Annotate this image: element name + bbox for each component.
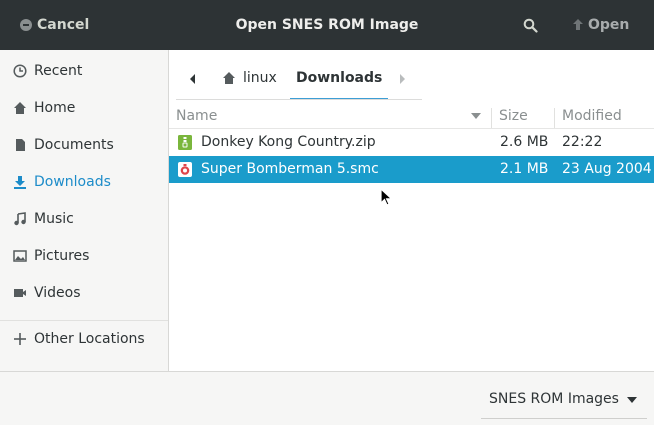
music-note-icon [13, 211, 27, 226]
mouse-pointer-icon [380, 188, 394, 206]
path-back-button[interactable] [182, 58, 204, 100]
sidebar-item-label: Home [34, 99, 76, 116]
sidebar-item-music[interactable]: Music [0, 200, 168, 237]
path-segment-home[interactable]: linux [222, 58, 277, 98]
home-icon [13, 101, 27, 115]
chevron-down-icon [627, 397, 637, 403]
file-type-filter-dropdown[interactable]: SNES ROM Images [481, 380, 647, 419]
file-name: Donkey Kong Country.zip [201, 134, 376, 150]
path-forward-button[interactable] [391, 58, 413, 100]
open-button[interactable]: Open [572, 0, 629, 50]
sidebar-item-label: Music [34, 210, 74, 227]
upload-icon [573, 19, 583, 30]
column-divider [554, 108, 555, 128]
sidebar-item-label: Downloads [34, 173, 111, 190]
file-size: 2.6 MB [500, 134, 549, 150]
chevron-left-icon [190, 74, 195, 84]
path-segment-label: linux [243, 70, 277, 86]
sidebar-item-label: Pictures [34, 247, 90, 264]
sidebar-item-documents[interactable]: Documents [0, 126, 168, 163]
sidebar-item-recent[interactable]: Recent [0, 52, 168, 89]
file-modified: 23 Aug 2004 [562, 161, 652, 177]
download-icon [13, 175, 27, 189]
zip-archive-icon [178, 135, 192, 150]
home-icon [223, 72, 235, 84]
search-button[interactable] [519, 0, 541, 50]
column-header-modified[interactable]: Modified [562, 104, 622, 128]
sidebar-item-videos[interactable]: Videos [0, 274, 168, 311]
dialog-title: Open SNES ROM Image [235, 17, 419, 33]
cancel-button[interactable]: Cancel [20, 0, 89, 50]
sidebar-item-downloads[interactable]: Downloads [0, 163, 168, 200]
path-segment-downloads[interactable]: Downloads [290, 58, 389, 100]
cancel-label: Cancel [37, 17, 90, 33]
file-row-selected[interactable]: Super Bomberman 5.smc 2.1 MB 23 Aug 2004 [169, 156, 654, 183]
sidebar-item-label: Recent [34, 62, 83, 79]
file-list-header: Name Size Modified [169, 104, 654, 129]
filter-selected-value: SNES ROM Images [489, 391, 619, 407]
bottom-bar: SNES ROM Images [0, 371, 654, 425]
file-row[interactable]: Donkey Kong Country.zip 2.6 MB 22:22 [169, 129, 654, 156]
header-bar: Open SNES ROM Image Cancel Open [0, 0, 654, 50]
search-icon [523, 18, 538, 33]
sort-descending-icon[interactable] [471, 113, 481, 119]
sidebar-item-label: Videos [34, 284, 81, 301]
path-segment-label: Downloads [296, 70, 383, 86]
file-name: Super Bomberman 5.smc [201, 161, 379, 177]
column-header-name[interactable]: Name [176, 104, 217, 128]
open-label: Open [588, 17, 630, 33]
cancel-icon [20, 19, 32, 31]
column-header-size[interactable]: Size [499, 104, 528, 128]
sidebar-item-label: Documents [34, 136, 114, 153]
sidebar-item-label: Other Locations [34, 330, 145, 347]
places-sidebar: Recent Home Documents Downloads Music Pi… [0, 50, 169, 371]
plus-icon [13, 332, 27, 346]
column-divider [491, 108, 492, 128]
clock-icon [13, 63, 27, 78]
video-camera-icon [13, 286, 27, 300]
sidebar-item-other-locations[interactable]: Other Locations [0, 320, 168, 357]
sidebar-item-home[interactable]: Home [0, 89, 168, 126]
sidebar-item-pictures[interactable]: Pictures [0, 237, 168, 274]
picture-icon [13, 249, 27, 263]
file-modified: 22:22 [562, 134, 603, 150]
document-icon [13, 138, 27, 152]
rom-file-icon [178, 162, 192, 177]
chevron-right-icon [400, 74, 405, 84]
file-size: 2.1 MB [500, 161, 549, 177]
path-bar-divider [176, 99, 422, 100]
